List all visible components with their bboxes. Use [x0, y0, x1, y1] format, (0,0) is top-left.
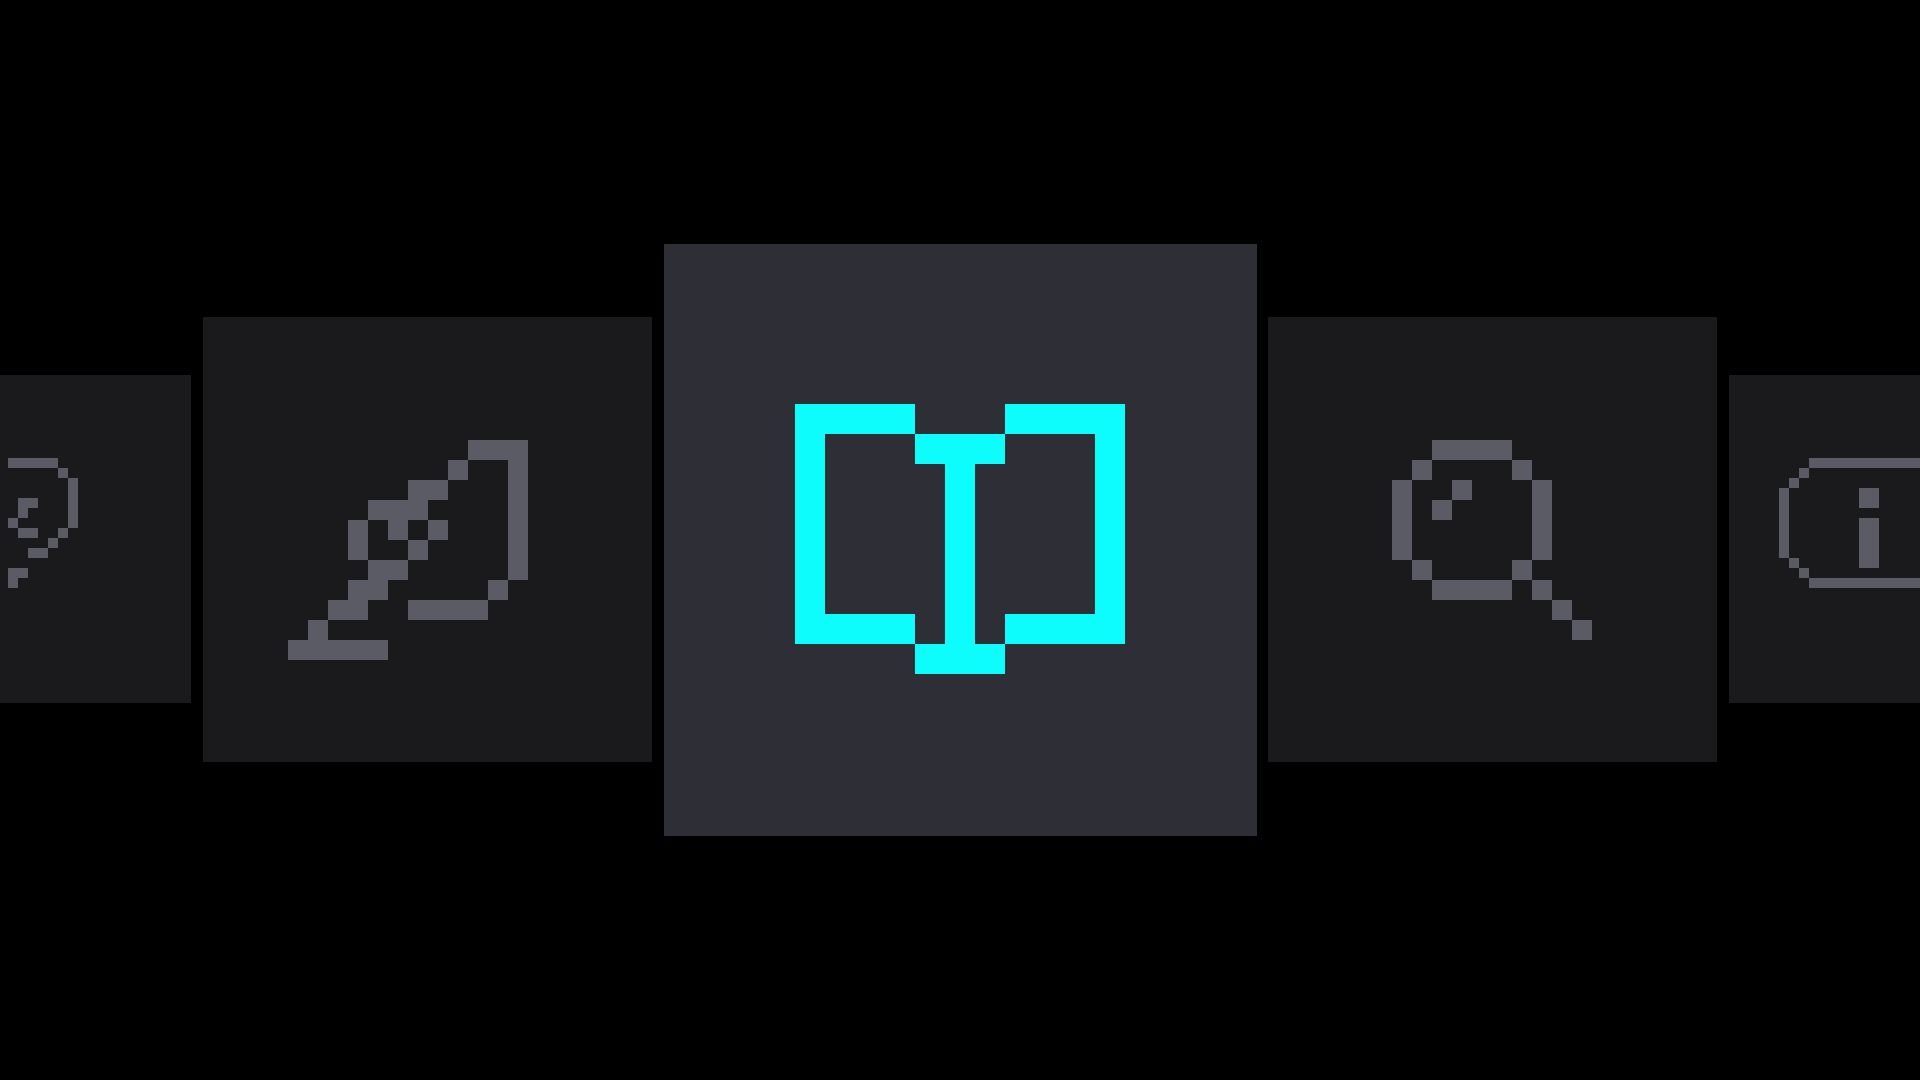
- quill-pen-icon: [288, 440, 528, 660]
- carousel-tile-quill[interactable]: [203, 317, 652, 762]
- carousel-tile-info[interactable]: [1729, 375, 1920, 703]
- open-book-icon: [795, 404, 1125, 674]
- icon-carousel: [0, 0, 1920, 1080]
- carousel-tile-book[interactable]: [664, 244, 1257, 836]
- carousel-tile-search[interactable]: [1268, 317, 1717, 762]
- carousel-tile-help[interactable]: [0, 375, 191, 703]
- magnifying-glass-icon: [1392, 440, 1592, 640]
- info-icon: [1779, 458, 1920, 588]
- help-icon: [8, 458, 78, 588]
